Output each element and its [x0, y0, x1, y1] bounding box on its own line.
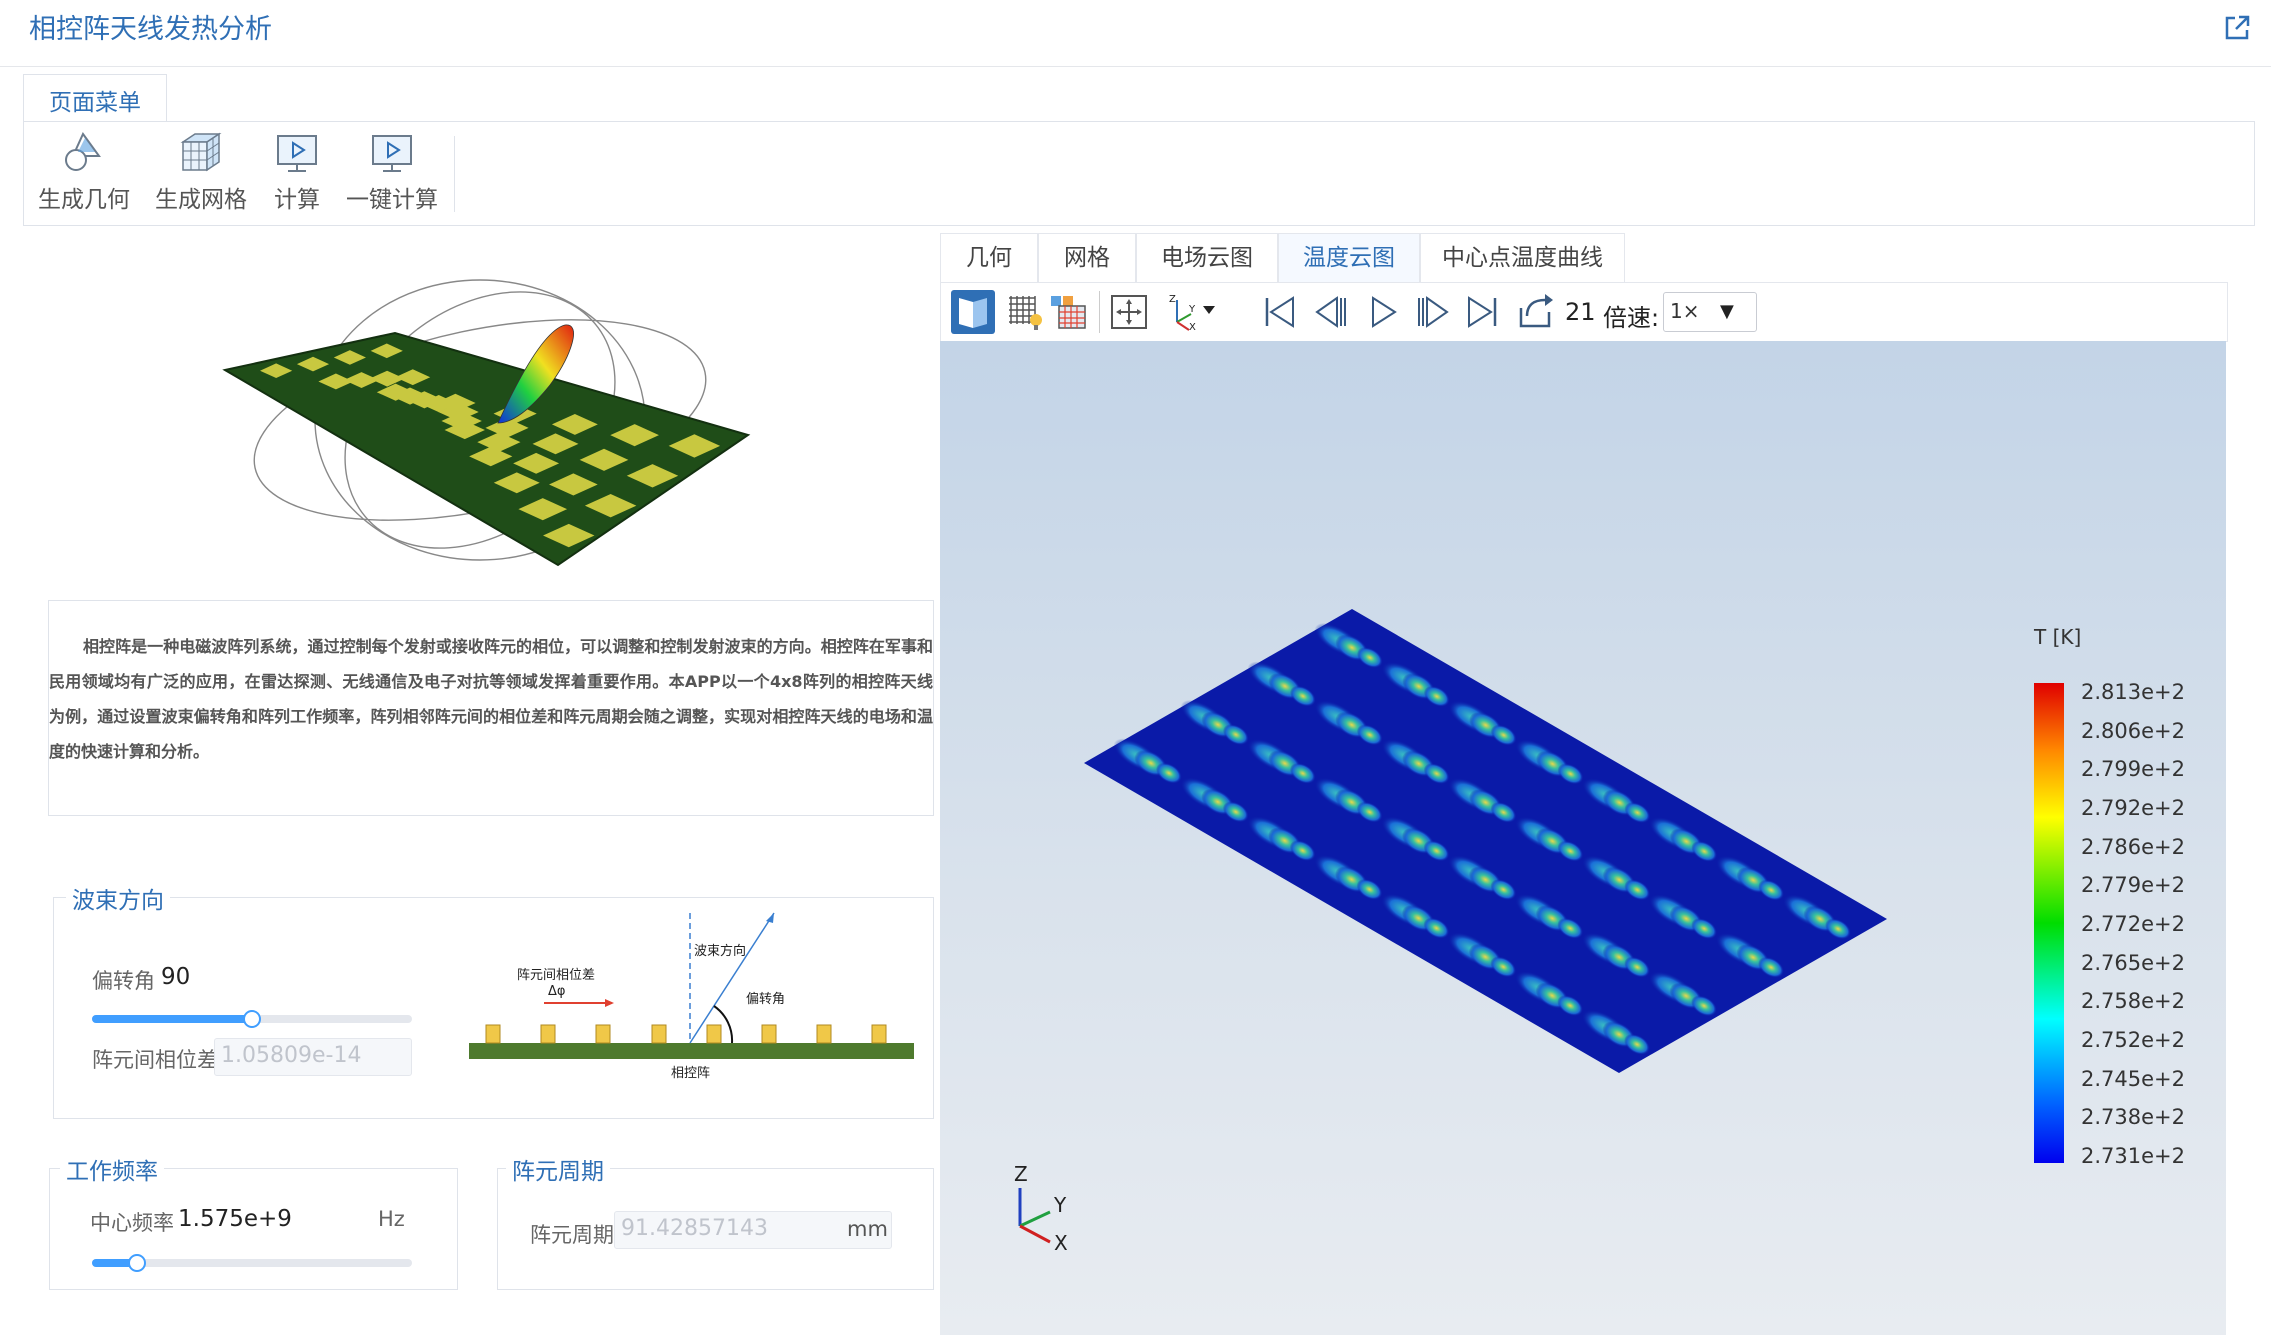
diagram-angle-label: 偏转角: [746, 992, 785, 1007]
deflection-angle-slider-fill: [92, 1015, 252, 1023]
ribbon-separator: [454, 136, 455, 212]
app-title: 相控阵天线发热分析: [29, 14, 272, 45]
tab-geometry[interactable]: 几何: [940, 233, 1038, 282]
color-legend-tick: 2.731e+2: [2081, 1144, 2185, 1168]
deflection-angle-value: 90: [161, 964, 191, 990]
mesh-light-icon[interactable]: [1005, 292, 1045, 332]
phase-difference-input[interactable]: 1.05809e-14: [214, 1038, 412, 1076]
svg-text:X: X: [1189, 322, 1196, 332]
speed-select-value: 1×: [1670, 299, 1700, 323]
first-frame-icon[interactable]: [1259, 292, 1299, 332]
color-legend-tick: 2.786e+2: [2081, 834, 2185, 859]
center-frequency-value: 1.575e+9: [178, 1206, 292, 1232]
compute-label: 计算: [274, 187, 320, 213]
beam-direction-group: 波束方向 偏转角 90 阵元间相位差 1.05809e-14 阵元间相位差 Δφ…: [53, 881, 934, 1119]
svg-text:Z: Z: [1169, 294, 1176, 305]
description-text: 相控阵是一种电磁波阵列系统，通过控制每个发射或接收阵元的相位，可以调整和控制发射…: [49, 637, 933, 761]
color-legend-tick: 2.779e+2: [2081, 873, 2185, 898]
period-unit: mm: [847, 1217, 888, 1241]
generate-geometry-label: 生成几何: [38, 187, 130, 213]
color-legend-tick: 2.799e+2: [2081, 757, 2185, 782]
axis-triad: Z Y X: [1014, 1162, 1068, 1255]
axis-orient-icon[interactable]: Z YX: [1165, 292, 1217, 332]
generate-geometry-button[interactable]: 生成几何: [34, 130, 134, 218]
diagram-array-label: 相控阵: [671, 1066, 710, 1081]
color-legend-tick: 2.745e+2: [2081, 1066, 2185, 1091]
color-legend-bar: [2034, 683, 2064, 1163]
chevron-down-icon: ▼: [1720, 301, 1734, 322]
last-frame-icon[interactable]: [1463, 292, 1503, 332]
color-legend-tick: 2.765e+2: [2081, 950, 2185, 975]
svg-text:Y: Y: [1188, 304, 1196, 315]
color-legend-tick: 2.758e+2: [2081, 989, 2185, 1014]
mesh-grid-icon[interactable]: [1049, 292, 1089, 332]
one-click-compute-button[interactable]: 一键计算: [342, 130, 442, 218]
compute-button[interactable]: 计算: [262, 130, 332, 218]
center-frequency-label: 中心频率: [90, 1211, 174, 1235]
diagram-direction-label: 波束方向: [694, 943, 746, 959]
generate-mesh-label: 生成网格: [155, 187, 247, 213]
color-legend-tick: 2.752e+2: [2081, 1028, 2185, 1052]
speed-label: 倍速:: [1603, 304, 1660, 332]
frame-number: 21: [1565, 298, 1596, 326]
period-label: 阵元周期: [530, 1223, 614, 1247]
geometry-icon: [65, 132, 101, 171]
frequency-group: 工作频率 中心频率 1.575e+9 Hz: [49, 1152, 458, 1290]
description-panel: 相控阵是一种电磁波阵列系统，通过控制每个发射或接收阵元的相位，可以调整和控制发射…: [48, 600, 934, 816]
tab-temperature[interactable]: 温度云图: [1278, 233, 1420, 282]
axis-x-label: X: [1054, 1231, 1068, 1255]
diagram-phase-diff-label: 阵元间相位差: [517, 968, 595, 983]
ribbon-toolbar: 生成几何 生成网格 计算 一键计算: [23, 121, 2255, 226]
antenna-radiation-illustration: [222, 279, 751, 567]
surface-view-icon[interactable]: [949, 288, 997, 336]
color-legend-tick: 2.792e+2: [2081, 796, 2185, 820]
beam-direction-diagram: 阵元间相位差 Δφ 波束方向 偏转角 相控阵: [469, 912, 914, 1081]
prev-frame-icon[interactable]: [1311, 292, 1351, 332]
fit-view-icon[interactable]: [1109, 292, 1149, 332]
color-legend-tick: 2.813e+2: [2081, 680, 2185, 704]
period-legend: 阵元周期: [506, 1152, 610, 1186]
app-header: 相控阵天线发热分析: [0, 0, 2271, 67]
diagram-phase-symbol: Δφ: [548, 984, 565, 999]
deflection-angle-slider[interactable]: [92, 1010, 412, 1028]
generate-mesh-button[interactable]: 生成网格: [146, 130, 256, 218]
center-frequency-slider-handle[interactable]: [127, 1254, 146, 1272]
period-group: 阵元周期 阵元周期 91.42857143 mm: [497, 1152, 934, 1290]
external-link-icon[interactable]: [2222, 13, 2252, 43]
play-icon[interactable]: [1363, 292, 1403, 332]
deflection-angle-slider-handle[interactable]: [243, 1010, 261, 1028]
color-legend-title: T [K]: [2034, 625, 2082, 649]
frequency-legend: 工作频率: [60, 1152, 164, 1186]
tab-electric-field[interactable]: 电场云图: [1136, 233, 1278, 282]
color-legend-tick: 2.772e+2: [2081, 912, 2185, 936]
tab-mesh[interactable]: 网格: [1038, 233, 1136, 282]
frequency-unit: Hz: [378, 1207, 405, 1231]
speed-select[interactable]: 1× ▼: [1663, 292, 1757, 332]
mesh-icon: [180, 132, 222, 172]
phase-difference-label: 阵元间相位差: [92, 1048, 218, 1072]
loop-icon[interactable]: [1515, 292, 1555, 332]
one-click-compute-label: 一键计算: [346, 187, 438, 213]
next-frame-icon[interactable]: [1413, 292, 1453, 332]
color-legend-tick: 2.806e+2: [2081, 718, 2185, 743]
toolbar-separator: [1099, 291, 1100, 333]
axis-y-label: Y: [1053, 1193, 1067, 1217]
heated-plate: [1084, 609, 1887, 1073]
one-click-compute-icon: [372, 135, 412, 172]
ribbon-tab-page-menu[interactable]: 页面菜单: [23, 74, 167, 123]
beam-direction-legend: 波束方向: [66, 881, 170, 915]
compute-icon: [277, 135, 317, 172]
ribbon-tab-label: 页面菜单: [49, 90, 141, 116]
color-legend-tick: 2.738e+2: [2081, 1105, 2185, 1130]
center-frequency-slider[interactable]: [92, 1254, 412, 1272]
axis-z-label: Z: [1014, 1162, 1028, 1186]
tab-center-temperature-curve[interactable]: 中心点温度曲线: [1420, 233, 1625, 282]
deflection-angle-label: 偏转角: [92, 969, 155, 993]
